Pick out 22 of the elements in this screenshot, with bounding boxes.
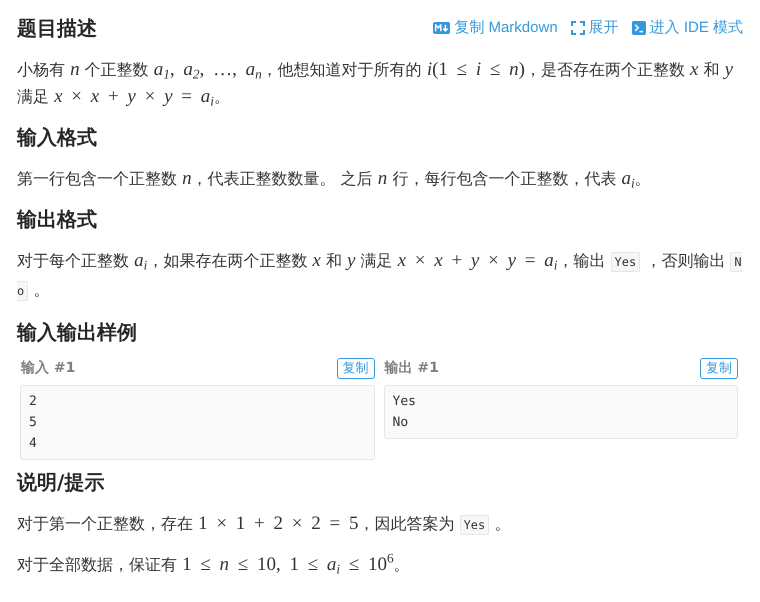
paragraph-text: 小杨有 n 个正整数 a$_{1}$, a$_{2}$, …, a$_{n}$，他想知道对于所有的 i(1 ≤ i ≤ n)，是否存在两个正整数 x 和 y 满足 x × x + y × y = a$_{i}$。 [17,58,734,110]
copy-button[interactable]: 复制 [336,358,374,378]
terminal-icon [632,21,646,35]
sample-output-code: Yes No [384,385,738,439]
sample-input-label: 输入 #1 [20,359,76,377]
section-heading: 说明/提示 [17,469,104,496]
paragraph-text: 对于第一个正整数，存在 1 × 1 + 2 × 2 = 5，因此答案为 Yes 。 [17,512,512,537]
paragraph-text: 第一行包含一个正整数 n，代表正整数数量。 之后 n 行，每行包含一个正整数，代表 a$_{i}$。 [17,167,652,192]
section-heading: 输出格式 [17,206,97,233]
markdown-icon [433,22,450,34]
ide-mode-link[interactable]: 进入 IDE 模式 [632,18,743,38]
copy-button[interactable]: 复制 [700,358,738,378]
expand-icon [570,21,585,35]
paragraph-text: 对于全部数据，保证有 1 ≤ n ≤ 10, 1 ≤ a$_{i}$ ≤ 10$^{6}$。 [17,551,411,578]
sample-input-code: 2 5 4 [20,385,374,460]
expand-link[interactable]: 展开 [570,18,619,38]
section-heading: 输入格式 [17,124,97,151]
section-heading: 题目描述 [17,15,97,42]
sample-output-label: 输出 #1 [384,359,439,377]
paragraph-text: 对于每个正整数 a$_{i}$，如果存在两个正整数 x 和 y 满足 x × x + y × y = a$_{i}$，输出 Yes ，否则输出 No 。 [17,249,743,303]
section-heading: 输入输出样例 [17,319,137,346]
copy-markdown-link[interactable]: 复制 Markdown [433,18,558,38]
